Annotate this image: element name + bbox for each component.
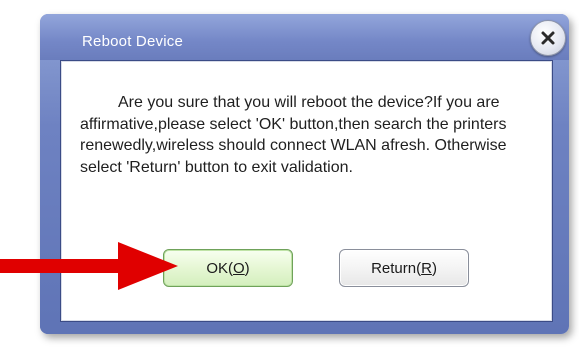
- close-x-icon: [541, 31, 555, 45]
- return-label-suffix: ): [431, 259, 437, 277]
- right-arrow-icon: [0, 242, 178, 290]
- ok-button[interactable]: OK(O): [163, 249, 293, 287]
- message-text: Are you sure that you will reboot the de…: [80, 94, 507, 176]
- ok-mnemonic: O: [233, 259, 245, 277]
- dialog-left-edge: [40, 320, 60, 334]
- ok-label-suffix: ): [244, 259, 250, 277]
- screenshot-stage: Reboot Device Are you sure that you will…: [0, 0, 579, 347]
- ok-label-prefix: OK(: [206, 259, 233, 277]
- return-label-prefix: Return(: [371, 259, 422, 277]
- dialog-title: Reboot Device: [82, 33, 183, 50]
- confirmation-message: Are you sure that you will reboot the de…: [80, 92, 540, 178]
- return-button[interactable]: Return(R): [339, 249, 469, 287]
- close-button[interactable]: [530, 20, 566, 56]
- return-mnemonic: R: [421, 259, 432, 277]
